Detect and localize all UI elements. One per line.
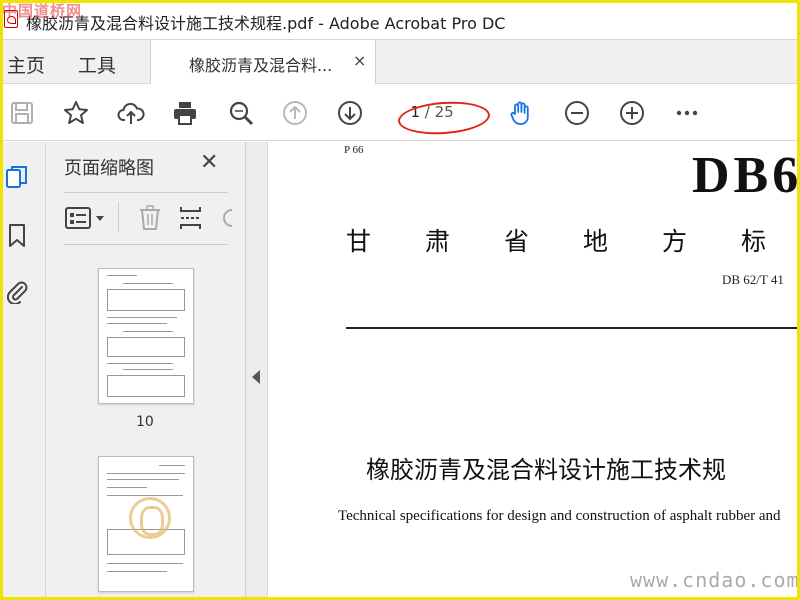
doc-horizontal-rule (346, 327, 800, 329)
doc-standard-number: DB 62/T 41 (722, 272, 784, 287)
pane-divider (64, 192, 228, 193)
more-icon[interactable] (671, 97, 703, 129)
attachments-icon[interactable] (4, 278, 30, 306)
main-toolbar: 1 / 25 (0, 85, 800, 141)
thumb-text-line (107, 363, 173, 364)
hand-tool-icon[interactable] (505, 97, 537, 129)
find-icon[interactable] (225, 97, 257, 129)
collapse-left-arrow-icon[interactable] (252, 370, 260, 384)
tab-close-icon[interactable]: × (353, 51, 366, 70)
pane-divider (64, 244, 228, 245)
rotate-page-icon[interactable] (222, 204, 232, 232)
thumbnail-page-10[interactable] (98, 268, 194, 404)
thumb-text-line (123, 369, 173, 370)
close-pane-icon[interactable]: ✕ (200, 150, 218, 175)
title-bar: 橡胶沥青及混合料设计施工技术规程.pdf - Adobe Acrobat Pro… (0, 0, 800, 40)
thumb-text-line (107, 275, 137, 276)
thumb-table (107, 337, 185, 357)
thumb-text-line (159, 465, 185, 466)
thumb-text-line (107, 495, 183, 496)
seal-stamp-image (129, 497, 171, 539)
thumb-text-line (107, 563, 183, 564)
doc-standard-mark: DB6 (692, 147, 800, 204)
thumb-text-line (107, 317, 177, 318)
thumb-text-line (107, 571, 167, 572)
insert-page-icon[interactable] (178, 204, 208, 232)
thumbnail-page-number: 10 (136, 414, 154, 430)
delete-page-icon[interactable] (136, 204, 164, 232)
thumbnail-page-11[interactable] (98, 456, 194, 592)
tab-home[interactable]: 主页 (7, 51, 45, 78)
toolbar-separator (118, 202, 119, 232)
pane-collapse-strip[interactable] (246, 142, 268, 600)
thumb-text-line (107, 323, 167, 324)
thumb-text-line (123, 331, 173, 332)
page-thumbnails-icon[interactable] (4, 164, 30, 190)
page-down-icon[interactable] (334, 97, 366, 129)
zoom-out-icon[interactable] (561, 97, 593, 129)
watermark-bottom-right: www.cndao.com (630, 568, 800, 592)
window-title: 橡胶沥青及混合料设计施工技术规程.pdf - Adobe Acrobat Pro… (26, 14, 506, 33)
doc-title-chinese: 橡胶沥青及混合料设计施工技术规 (366, 456, 726, 484)
save-icon[interactable] (6, 97, 38, 129)
thumb-text-line (107, 479, 179, 480)
thumb-table (107, 375, 185, 397)
tab-row: 主页 工具 橡胶沥青及混合料... × (0, 40, 800, 84)
document-view[interactable]: P 66 DB6 甘肃省地方标 DB 62/T 41 橡胶沥青及混合料设计施工技… (268, 142, 800, 600)
thumb-text-line (123, 283, 173, 284)
upload-icon[interactable] (115, 97, 147, 129)
doc-header-left: P 66 (344, 144, 364, 156)
thumbnail-options-icon[interactable] (64, 204, 112, 232)
left-icon-rail (0, 142, 46, 600)
thumb-table (107, 289, 185, 311)
thumb-text-line (107, 473, 185, 474)
bookmarks-icon[interactable] (4, 222, 30, 248)
bookmark-star-icon[interactable] (60, 97, 92, 129)
page-thumbnails-pane: 页面缩略图 ✕ 10 ︿ (46, 142, 282, 600)
tab-document[interactable]: 橡胶沥青及混合料... × (150, 40, 376, 84)
thumbnails-pane-title: 页面缩略图 (64, 158, 154, 179)
doc-province-line: 甘肃省地方标 (346, 227, 800, 256)
page-up-icon[interactable] (279, 97, 311, 129)
tab-tools[interactable]: 工具 (78, 51, 116, 78)
zoom-in-icon[interactable] (616, 97, 648, 129)
doc-title-english: Technical specifications for design and … (338, 508, 781, 524)
tab-document-label: 橡胶沥青及混合料... (189, 56, 333, 75)
thumb-text-line (107, 487, 147, 488)
print-icon[interactable] (169, 97, 201, 129)
watermark-top-left: 中国道桥网 (2, 2, 83, 20)
